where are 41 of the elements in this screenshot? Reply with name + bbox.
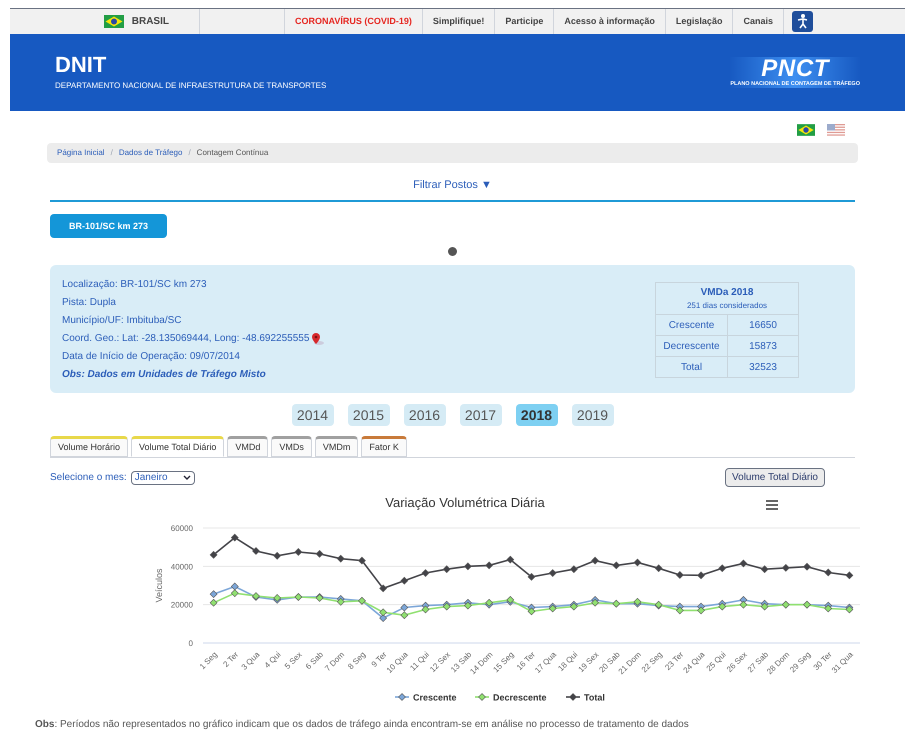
info-line: Pista: Dupla — [62, 296, 116, 310]
footnote: Obs: Períodos não representados no gráfico indicam que os dados de tráfego ainda encontram-se em análise no processo de tratamento de dados — [35, 718, 690, 732]
x-tick-label: 29 Seg — [788, 650, 812, 675]
x-tick-label: 15 Seg — [491, 650, 516, 675]
info-line: Município/UF: Imbituba/SC — [62, 314, 182, 328]
x-tick-label: 6 Sab — [304, 650, 325, 672]
table-cell: 15873 — [728, 336, 798, 357]
x-tick-label: 4 Qui — [262, 650, 283, 670]
breadcrumb-separator: / — [187, 147, 192, 159]
x-tick-label: 1 Seg — [198, 650, 219, 672]
y-tick-label: 40000 — [170, 562, 193, 572]
x-tick-label: 8 Seg — [346, 650, 368, 672]
info-line: Data de Início de Operação: 09/07/2014 — [62, 350, 240, 364]
table-cell: Decrescente — [656, 336, 728, 357]
x-tick-label: 2 Ter — [221, 650, 240, 670]
x-tick-label: 22 Seg — [640, 650, 664, 675]
table-cell: 32523 — [728, 356, 798, 378]
x-tick-label: 3 Qua — [240, 650, 262, 672]
x-tick-label: 12 Sex — [428, 650, 452, 674]
vmda-subtitle: 251 dias considerados — [686, 300, 768, 312]
chart-title: Variação Volumétrica Diária — [385, 495, 545, 510]
vmda-title: VMDa 2018 — [700, 286, 754, 300]
month-label: Selecione o mes: — [50, 471, 127, 486]
x-tick-label: 5 Sex — [282, 650, 304, 672]
table-cell: Total — [656, 356, 728, 378]
y-tick-label: 20000 — [170, 600, 193, 610]
site-subtitle: DEPARTAMENTO NACIONAL DE INFRAESTRUTURA DE TRANSPORTES — [55, 80, 326, 92]
y-tick-label: 60000 — [170, 524, 193, 534]
site-title: DNIT — [55, 54, 108, 76]
y-tick-label: 0 — [188, 639, 193, 648]
page-location-text: Contagem Contínua — [196, 147, 268, 159]
table-cell: 16650 — [728, 314, 798, 336]
y-axis-title: Veículos — [154, 568, 164, 603]
x-tick-label: 18 Qui — [556, 650, 580, 674]
x-tick-label: 19 Sex — [576, 650, 600, 674]
breadcrumb-separator: / — [110, 147, 114, 159]
x-tick-label: 11 Qui — [408, 650, 431, 673]
info-line: Localização: BR-101/SC km 273 — [62, 278, 207, 292]
info-line: Coord. Geo.: Lat: -28.135069444, Long: -48.692255555 — [62, 332, 310, 346]
table-cell: Crescente — [656, 314, 728, 336]
info-note: Obs: Dados em Unidades de Tráfego Misto — [62, 368, 267, 382]
